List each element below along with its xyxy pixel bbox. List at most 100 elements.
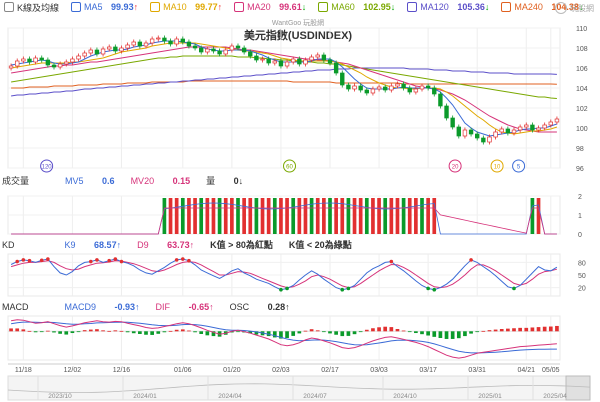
navigator[interactable]: 2023/10 2024/01 2024/04 2024/07 2024/10 2025/… [7, 375, 591, 401]
volume-bar [377, 198, 381, 234]
osc-bar [291, 331, 296, 336]
osc-bar [487, 330, 492, 332]
osc-bar [21, 329, 26, 332]
candle [223, 49, 228, 55]
kd-tick-label: 50 [578, 273, 586, 280]
k-green-dot [512, 286, 516, 291]
candle [481, 137, 486, 143]
k-red-dot [21, 258, 26, 262]
osc-bar [52, 331, 56, 333]
k-red-dot [181, 257, 185, 261]
k-green-dot [346, 286, 351, 291]
qty-label: 量 [206, 176, 216, 186]
volume-bar [536, 198, 541, 234]
k-red-dot [389, 259, 394, 264]
candle [554, 118, 560, 123]
osc-bar [39, 331, 44, 333]
macd9-item: MACD9 -0.93↑ [65, 302, 140, 312]
volume-bar [291, 198, 296, 234]
volume-bar [358, 198, 363, 234]
x-tick-label: 01/06 [174, 367, 192, 374]
osc-bar [414, 331, 418, 334]
volume-bar [303, 198, 308, 234]
osc-bar [340, 331, 345, 337]
macd-panel [9, 319, 559, 359]
candle [162, 37, 167, 42]
candle [260, 58, 265, 61]
volume-bar [352, 198, 357, 234]
x-tick-label: 05/05 [542, 367, 560, 374]
k-green-dot [426, 286, 430, 291]
osc-bar [524, 327, 529, 332]
k-red-dot [174, 258, 179, 262]
osc-bar [346, 331, 351, 336]
volume-title: 成交量 [2, 176, 30, 186]
candle [284, 61, 290, 67]
candle [370, 88, 376, 94]
volume-tick-label: 0 [578, 232, 582, 239]
navigator-label: 2023/10 [48, 393, 72, 400]
candle [168, 40, 173, 45]
osc-bar [113, 330, 118, 332]
kd-note-green: K值 < 20為綠點 [288, 240, 352, 250]
volume-bar [364, 198, 369, 234]
candle [542, 124, 547, 129]
volume-panel: 0 1 2 [11, 194, 582, 239]
volume-bar [395, 198, 400, 234]
mv5-value: 0.6 [102, 175, 115, 186]
qty-item: 量 0↓ [206, 174, 243, 187]
mv20-line [11, 207, 557, 235]
k-value: 68.57↑ [94, 239, 122, 250]
osc-bar [358, 331, 363, 333]
price-tick-label: 108 [576, 46, 588, 53]
kd-tick-label: 80 [578, 260, 586, 267]
d-label: D9 [137, 239, 149, 250]
candle [149, 38, 155, 44]
candle [524, 124, 529, 128]
osc-bar [95, 329, 99, 332]
volume-bar [407, 198, 412, 234]
candle [205, 48, 210, 53]
osc-bar [33, 331, 38, 333]
candle [462, 129, 468, 137]
dif-item: DIF -0.65↑ [156, 302, 214, 312]
osc-bar [144, 331, 148, 335]
candle [450, 117, 455, 128]
x-tick-label: 03/17 [419, 367, 437, 374]
osc-bar [377, 327, 381, 332]
price-tick-label: 100 [576, 126, 588, 133]
d-item: D9 63.73↑ [137, 240, 194, 250]
candle [358, 85, 363, 91]
candle [346, 84, 351, 90]
osc-bar [88, 329, 93, 332]
ma120-line [11, 67, 557, 97]
candle [511, 129, 517, 134]
k-green-dot [340, 287, 345, 292]
osc-bar [156, 331, 161, 334]
k-line [10, 258, 558, 291]
price-tick-label: 110 [576, 26, 587, 33]
candle [487, 136, 492, 143]
osc-bar [27, 330, 32, 332]
osc-bar [101, 330, 105, 332]
k-red-dot [89, 259, 93, 264]
candle [376, 86, 382, 90]
candle [76, 55, 81, 60]
candle [21, 58, 26, 62]
kd-legend: KD K9 68.57↑ D9 63.73↑ K值 > 80為紅點 K值 < 2… [0, 238, 368, 251]
volume-bar [285, 198, 289, 234]
k-label: K9 [64, 239, 76, 250]
volume-legend: 成交量 MV5 0.6 MV20 0.15 量 0↓ [0, 174, 259, 187]
osc-bar [518, 327, 522, 332]
navigator-label: 2025/01 [478, 393, 502, 400]
candle [113, 46, 118, 52]
navigator-handle [565, 375, 591, 401]
candle [143, 42, 149, 47]
osc-bar [303, 330, 308, 332]
dif-value: -0.65↑ [188, 302, 214, 312]
volume-bar [180, 198, 185, 234]
osc-bar [383, 326, 388, 332]
candle [70, 58, 75, 63]
volume-bar [346, 198, 351, 234]
kd-title: KD [2, 239, 15, 250]
